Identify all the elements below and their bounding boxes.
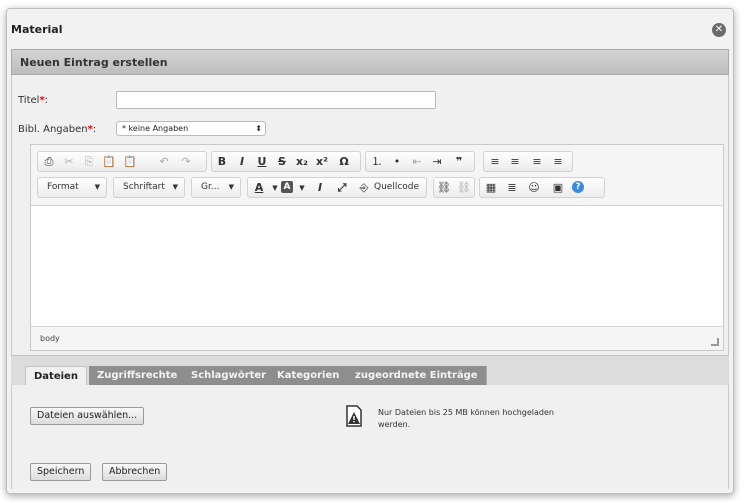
table-icon[interactable]: ▦ bbox=[483, 181, 499, 195]
special-char-icon[interactable]: Ω bbox=[336, 155, 352, 169]
toolbar-group-clipboard: ⎙ ✂ ⎘ 📋 📋 ↶ ↷ bbox=[37, 151, 207, 172]
chevron-down-icon: ▼ bbox=[299, 184, 305, 192]
material-dialog: Material ✕ Neuen Eintrag erstellen Titel… bbox=[6, 8, 734, 494]
save-button[interactable]: Speichern bbox=[30, 463, 92, 481]
horizontal-rule-icon[interactable]: ≣ bbox=[504, 181, 520, 195]
tab-dateien[interactable]: Dateien bbox=[25, 366, 87, 386]
italic-icon[interactable]: I bbox=[234, 155, 250, 169]
font-combo-label: Schriftart bbox=[123, 182, 165, 192]
tabs-bar: Dateien Zugriffsrechte Schlagwörter Kate… bbox=[11, 355, 729, 386]
bold-icon[interactable]: B bbox=[214, 155, 230, 169]
maximize-icon[interactable]: ⤢ bbox=[334, 181, 350, 195]
source-icon[interactable]: ⎆ bbox=[356, 181, 372, 195]
format-combo[interactable]: Format ▼ bbox=[37, 177, 107, 198]
toolbar-group-links: ⛓ ⛓ bbox=[433, 177, 475, 198]
select-arrows-icon: ⬍ bbox=[255, 124, 262, 133]
toolbar-group-basicstyles: B I U S x₂ x² Ω bbox=[211, 151, 361, 172]
superscript-icon[interactable]: x² bbox=[314, 155, 330, 169]
rich-text-editor: ⎙ ✂ ⎘ 📋 📋 ↶ ↷ B I U S x₂ x² Ω ⒈ • ⇤ ⇥ ❞ … bbox=[30, 144, 724, 351]
tab-schlagwoerter[interactable]: Schlagwörter bbox=[183, 366, 276, 386]
title-label: Titel*: bbox=[18, 95, 49, 106]
align-justify-icon[interactable]: ≡ bbox=[550, 155, 566, 169]
toolbar-group-lists: ⒈ • ⇤ ⇥ ❞ bbox=[365, 151, 475, 172]
upload-warning-icon bbox=[344, 405, 364, 427]
dialog-titlebar: Material ✕ bbox=[7, 9, 733, 45]
indent-icon[interactable]: ⇥ bbox=[429, 155, 445, 169]
help-icon[interactable]: ? bbox=[572, 181, 584, 193]
cancel-button[interactable]: Abbrechen bbox=[102, 463, 168, 481]
bg-color-icon[interactable]: A bbox=[281, 181, 293, 193]
blockquote-icon[interactable]: ❞ bbox=[451, 155, 467, 169]
toolbar-group-colors: A ▼ A ▼ I ⤢ ⎆ Quellcode bbox=[247, 177, 427, 198]
editor-toolbar: ⎙ ✂ ⎘ 📋 📋 ↶ ↷ B I U S x₂ x² Ω ⒈ • ⇤ ⇥ ❞ … bbox=[31, 145, 723, 206]
choose-files-button[interactable]: Dateien auswählen... bbox=[30, 407, 145, 425]
editor-content-area[interactable] bbox=[31, 206, 723, 328]
align-left-icon[interactable]: ≡ bbox=[487, 155, 503, 169]
outdent-icon[interactable]: ⇤ bbox=[409, 155, 425, 169]
cut-icon[interactable]: ✂ bbox=[61, 155, 77, 169]
text-color-icon[interactable]: A bbox=[251, 181, 267, 195]
underline-icon[interactable]: U bbox=[254, 155, 270, 169]
image-icon[interactable]: ▣ bbox=[550, 181, 566, 195]
dialog-title: Material bbox=[11, 23, 63, 36]
format-combo-label: Format bbox=[47, 182, 79, 192]
subscript-icon[interactable]: x₂ bbox=[294, 155, 310, 169]
font-combo[interactable]: Schriftart ▼ bbox=[113, 177, 185, 198]
chevron-down-icon: ▼ bbox=[228, 183, 234, 191]
link-icon[interactable]: ⛓ bbox=[436, 181, 452, 195]
section-title: Neuen Eintrag erstellen bbox=[20, 56, 168, 69]
remove-format-icon[interactable]: I bbox=[312, 181, 328, 195]
tab-kategorien[interactable]: Kategorien bbox=[269, 366, 349, 386]
paste-word-icon[interactable]: 📋 bbox=[122, 155, 138, 169]
element-path[interactable]: body bbox=[40, 334, 60, 343]
preview-icon[interactable]: ⎙ bbox=[41, 155, 57, 169]
files-panel: Dateien auswählen... Nur Dateien bis 25 … bbox=[11, 385, 729, 489]
form-content: Titel*: Bibl. Angaben*: * keine Angaben … bbox=[11, 75, 729, 355]
title-input[interactable] bbox=[116, 91, 436, 109]
bibl-label: Bibl. Angaben*: bbox=[18, 124, 97, 135]
upload-info-text: Nur Dateien bis 25 MB können hochgeladen… bbox=[378, 408, 554, 429]
redo-icon[interactable]: ↷ bbox=[178, 155, 194, 169]
section-header: Neuen Eintrag erstellen bbox=[11, 49, 729, 75]
close-icon[interactable]: ✕ bbox=[712, 23, 726, 37]
smiley-icon[interactable]: ☺ bbox=[526, 181, 542, 195]
toolbar-group-insert: ▦ ≣ ☺ ▣ ? bbox=[479, 177, 605, 198]
size-combo-label: Gr... bbox=[201, 182, 220, 192]
align-right-icon[interactable]: ≡ bbox=[529, 155, 545, 169]
editor-statusbar: body bbox=[31, 326, 723, 350]
tab-zugeordnete-eintraege[interactable]: zugeordnete Einträge bbox=[347, 366, 487, 386]
bulleted-list-icon[interactable]: • bbox=[389, 155, 405, 169]
tab-zugriffsrechte[interactable]: Zugriffsrechte bbox=[89, 366, 187, 386]
strike-icon[interactable]: S bbox=[274, 155, 290, 169]
bibl-select[interactable]: * keine Angaben ⬍ bbox=[116, 121, 266, 136]
paste-icon[interactable]: 📋 bbox=[101, 155, 117, 169]
chevron-down-icon: ▼ bbox=[94, 183, 100, 191]
unlink-icon[interactable]: ⛓ bbox=[456, 181, 472, 195]
toolbar-group-align: ≡ ≡ ≡ ≡ bbox=[483, 151, 573, 172]
source-label[interactable]: Quellcode bbox=[374, 182, 419, 192]
size-combo[interactable]: Gr... ▼ bbox=[191, 177, 241, 198]
align-center-icon[interactable]: ≡ bbox=[507, 155, 523, 169]
numbered-list-icon[interactable]: ⒈ bbox=[369, 155, 385, 169]
undo-icon[interactable]: ↶ bbox=[156, 155, 172, 169]
bibl-select-value: * keine Angaben bbox=[122, 124, 189, 133]
resize-handle-icon[interactable] bbox=[711, 338, 719, 346]
chevron-down-icon: ▼ bbox=[172, 183, 178, 191]
copy-icon[interactable]: ⎘ bbox=[81, 155, 97, 169]
